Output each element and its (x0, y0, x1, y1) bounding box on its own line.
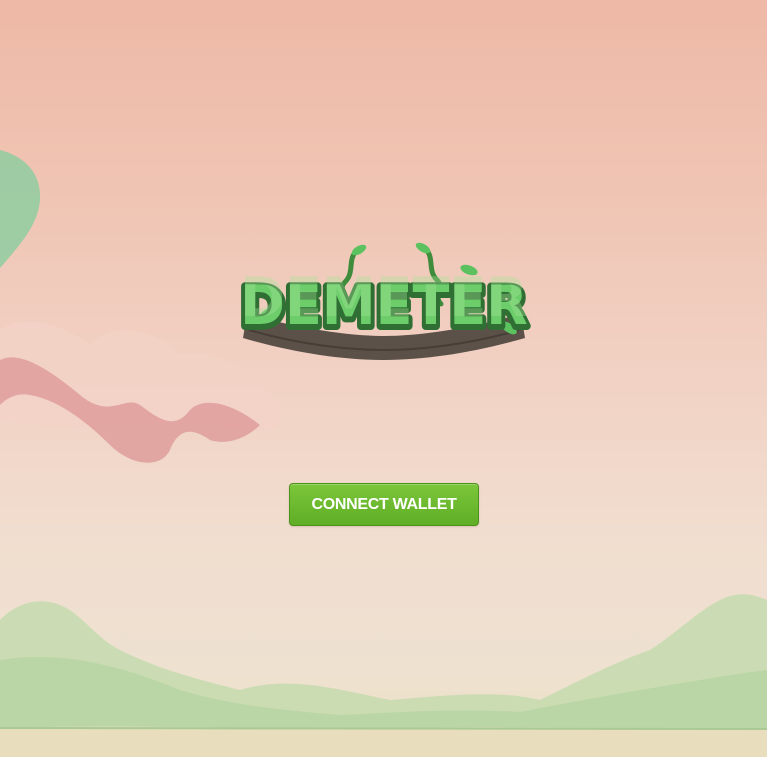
demeter-logo: DEMETER DEMETER DEMETER (237, 236, 531, 366)
logo-highlight: DEMETER (240, 266, 528, 329)
connect-wallet-button[interactable]: CONNECT WALLET (289, 483, 479, 526)
game-background: DEMETER DEMETER DEMETER CONNECT WALLET (0, 0, 767, 757)
landscape-illustration (0, 150, 767, 757)
